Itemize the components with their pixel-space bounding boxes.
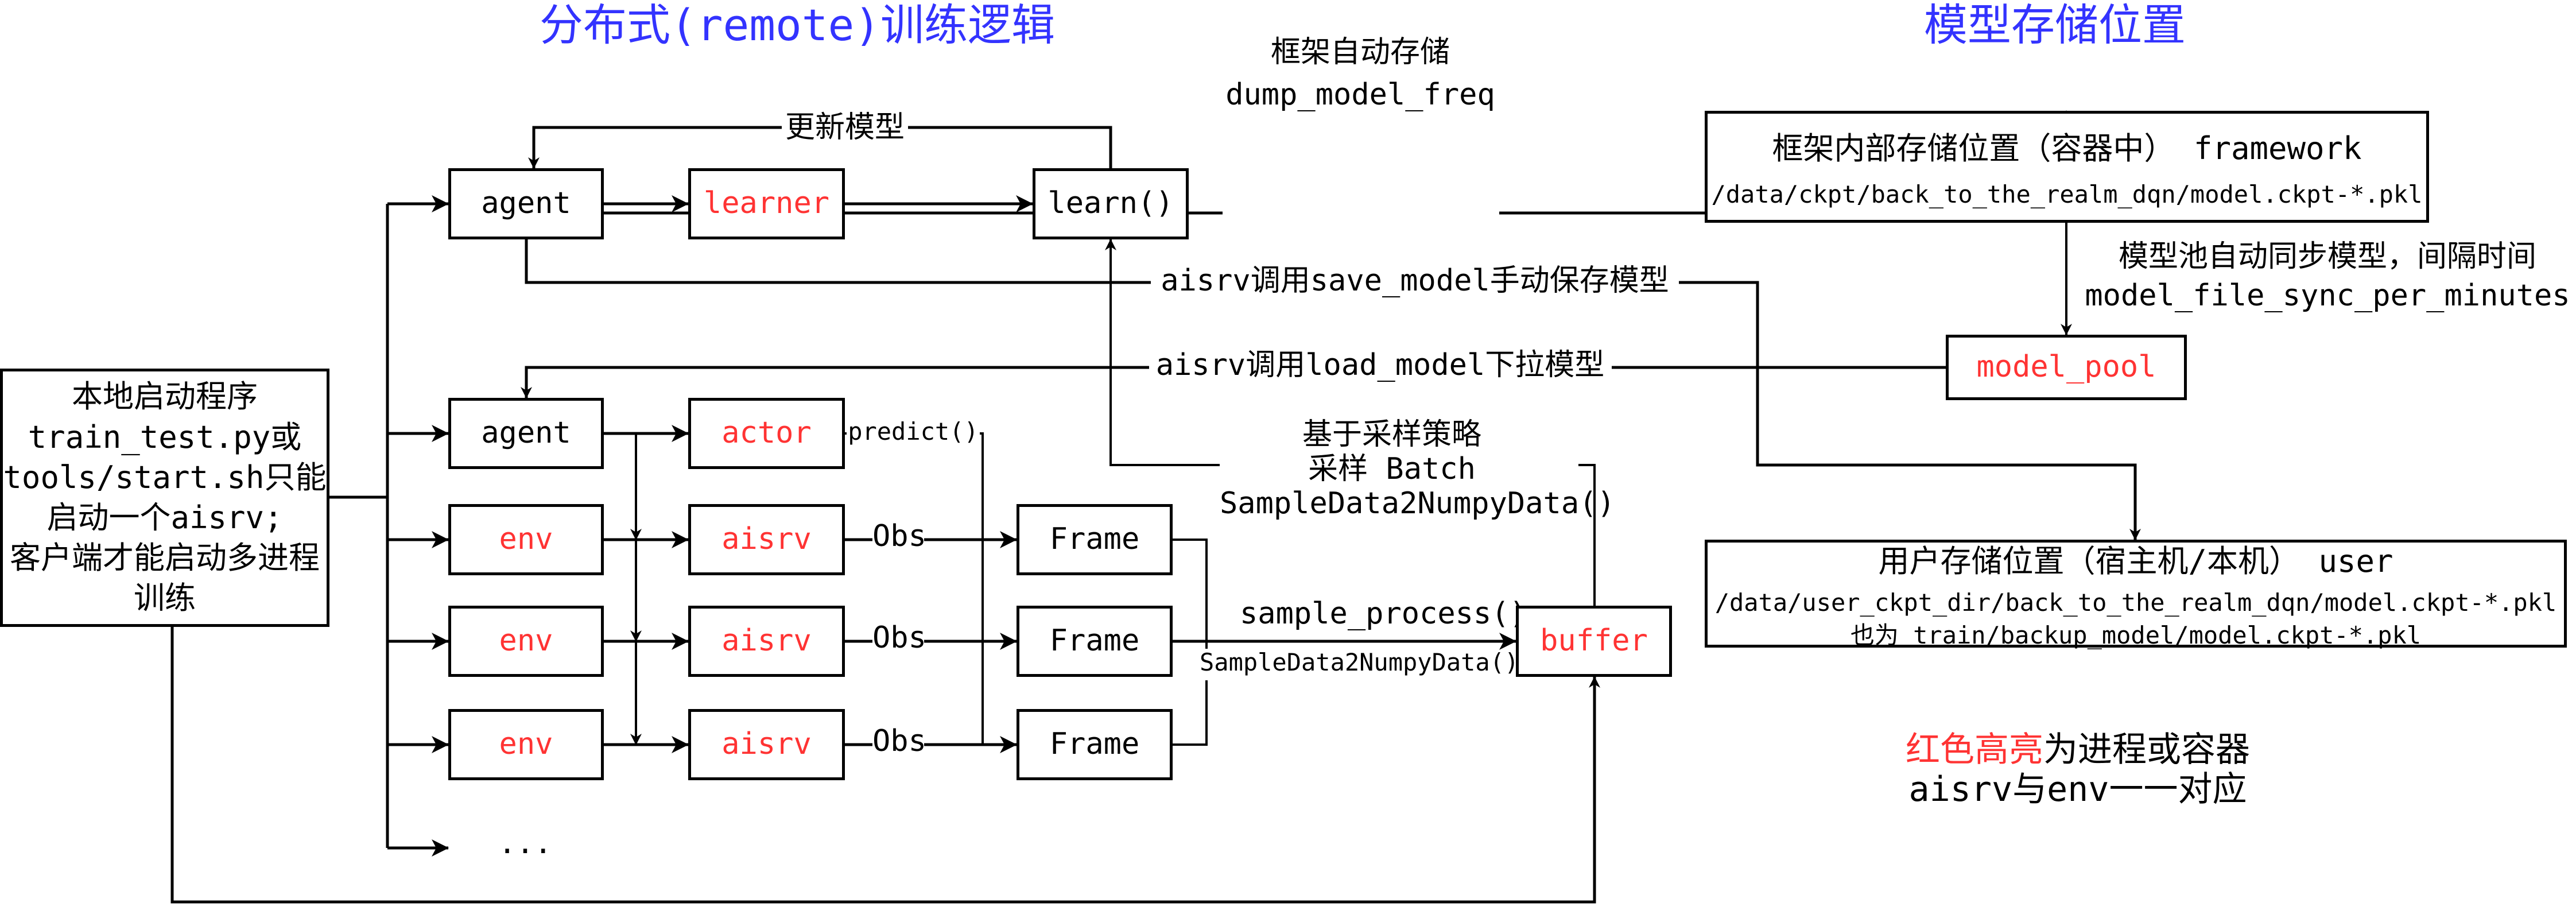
framework-storage-path: /data/ckpt/back_to_the_realm_dqn/model.c… [1711,180,2423,208]
save-model-label: aisrv调用save_model手动保存模型 [1151,264,1679,299]
sample-process-label: sample_process() [1240,596,1527,631]
model-pool-sync-line1: 模型池自动同步模型，间隔时间 [2118,239,2536,274]
legend-line1: 红色高亮为进程或容器 [1877,730,2279,770]
predict-label: predict() [847,417,980,446]
launcher-box[interactable]: 本地启动程序 train_test.py或 tools/start.sh只能 启… [0,369,329,627]
env-label: env [499,522,553,557]
framework-autosave-line2: dump_model_freq [1225,77,1495,112]
launcher-text: 本地启动程序 train_test.py或 tools/start.sh只能 启… [3,377,326,618]
framework-autosave-line1: 框架自动存储 [1270,35,1450,69]
env-box[interactable]: env [448,709,604,780]
launcher-line: train_test.py或 [28,419,302,455]
launcher-line: 客户端才能启动多进程 [10,540,320,576]
obs-label: Obs [872,724,926,759]
frame-box[interactable]: Frame [1017,709,1173,780]
connector-frame3-collect [1173,680,1208,746]
aisrv-box[interactable]: aisrv [688,606,845,677]
user-storage-heading: 用户存储位置（宿主机/本机） user [1878,543,2393,579]
agent-learner-box[interactable]: agent [448,168,604,239]
aisrv-label: aisrv [721,623,812,659]
user-storage-alias: 也为 train/backup_model/model.ckpt-*.pkl [1850,621,2422,649]
aisrv-label: aisrv [721,727,812,762]
launcher-line: 启动一个aisrv; [46,499,283,536]
connector-save-model [525,239,1151,284]
frame-label: Frame [1049,522,1140,557]
sampling-line1: 基于采样策略 [1302,417,1481,452]
model-pool-sync-label: 模型池自动同步模型，间隔时间 model_file_sync_per_minut… [2081,239,2574,313]
model-pool-box[interactable]: model_pool [1946,335,2187,400]
learn-box[interactable]: learn() [1033,168,1189,239]
env-label: env [499,727,553,762]
model-pool-label: model_pool [1976,350,2156,385]
agent-label: agent [481,186,571,221]
legend-highlight-rest: 为进程或容器 [2043,730,2250,770]
learner-label: learner [703,186,830,221]
obs-label: Obs [872,519,926,554]
sampling-line3: SampleData2NumpyData() [1220,486,1615,521]
framework-storage-heading: 框架内部存储位置（容器中） framework [1772,130,2362,166]
learn-label: learn() [1048,186,1174,221]
actor-box[interactable]: actor [688,398,845,469]
frame-box[interactable]: Frame [1017,504,1173,575]
launcher-line: 训练 [134,580,196,617]
connector-load-model-left [521,366,1149,398]
env-label: env [499,623,553,659]
launcher-line: tools/start.sh只能 [3,459,327,495]
user-storage-box[interactable]: 用户存储位置（宿主机/本机） user /data/user_ckpt_dir/… [1705,540,2567,649]
env-box[interactable]: env [448,504,604,575]
sampling-label: 基于采样策略 采样 Batch SampleData2NumpyData() [1220,417,1615,521]
launcher-line: 本地启动程序 [72,378,258,415]
legend-highlight: 红色高亮 [1906,730,2043,770]
buffer-label: buffer [1540,623,1648,659]
agent-label: agent [481,416,571,451]
load-model-label: aisrv调用load_model下拉模型 [1149,348,1611,383]
aisrv-label: aisrv [721,522,812,557]
model-pool-sync-line2: model_file_sync_per_minutes [2085,278,2570,313]
obs-label: Obs [872,621,926,656]
update-model-label: 更新模型 [782,110,908,145]
frame-box[interactable]: Frame [1017,606,1173,677]
aisrv-box[interactable]: aisrv [688,504,845,575]
user-storage-path: /data/user_ckpt_dir/back_to_the_realm_dq… [1714,588,2557,617]
more-rows-ellipsis: ... [498,826,552,861]
aisrv-box[interactable]: aisrv [688,709,845,780]
framework-storage-box[interactable]: 框架内部存储位置（容器中） framework /data/ckpt/back_… [1705,111,2429,223]
sample-convert-label: SampleData2NumpyData() [1200,648,1519,677]
frame-label: Frame [1049,623,1140,659]
sampling-line2: 采样 Batch [1308,451,1476,486]
legend-line2: aisrv与env一一对应 [1908,769,2247,809]
title-training-logic: 分布式(remote)训练逻辑 [540,0,1056,51]
agent-actor-box[interactable]: agent [448,398,604,469]
env-box[interactable]: env [448,606,604,677]
connector-predict-down [980,432,984,745]
legend: 红色高亮为进程或容器 aisrv与env一一对应 [1877,730,2279,809]
actor-label: actor [721,416,812,451]
learner-box[interactable]: learner [688,168,845,239]
connector-frame1-collect [1173,539,1208,649]
frame-label: Frame [1049,727,1140,762]
buffer-box[interactable]: buffer [1516,606,1672,677]
framework-autosave-label: 框架自动存储 dump_model_freq [1223,35,1498,113]
title-model-storage: 模型存储位置 [1924,0,2186,51]
